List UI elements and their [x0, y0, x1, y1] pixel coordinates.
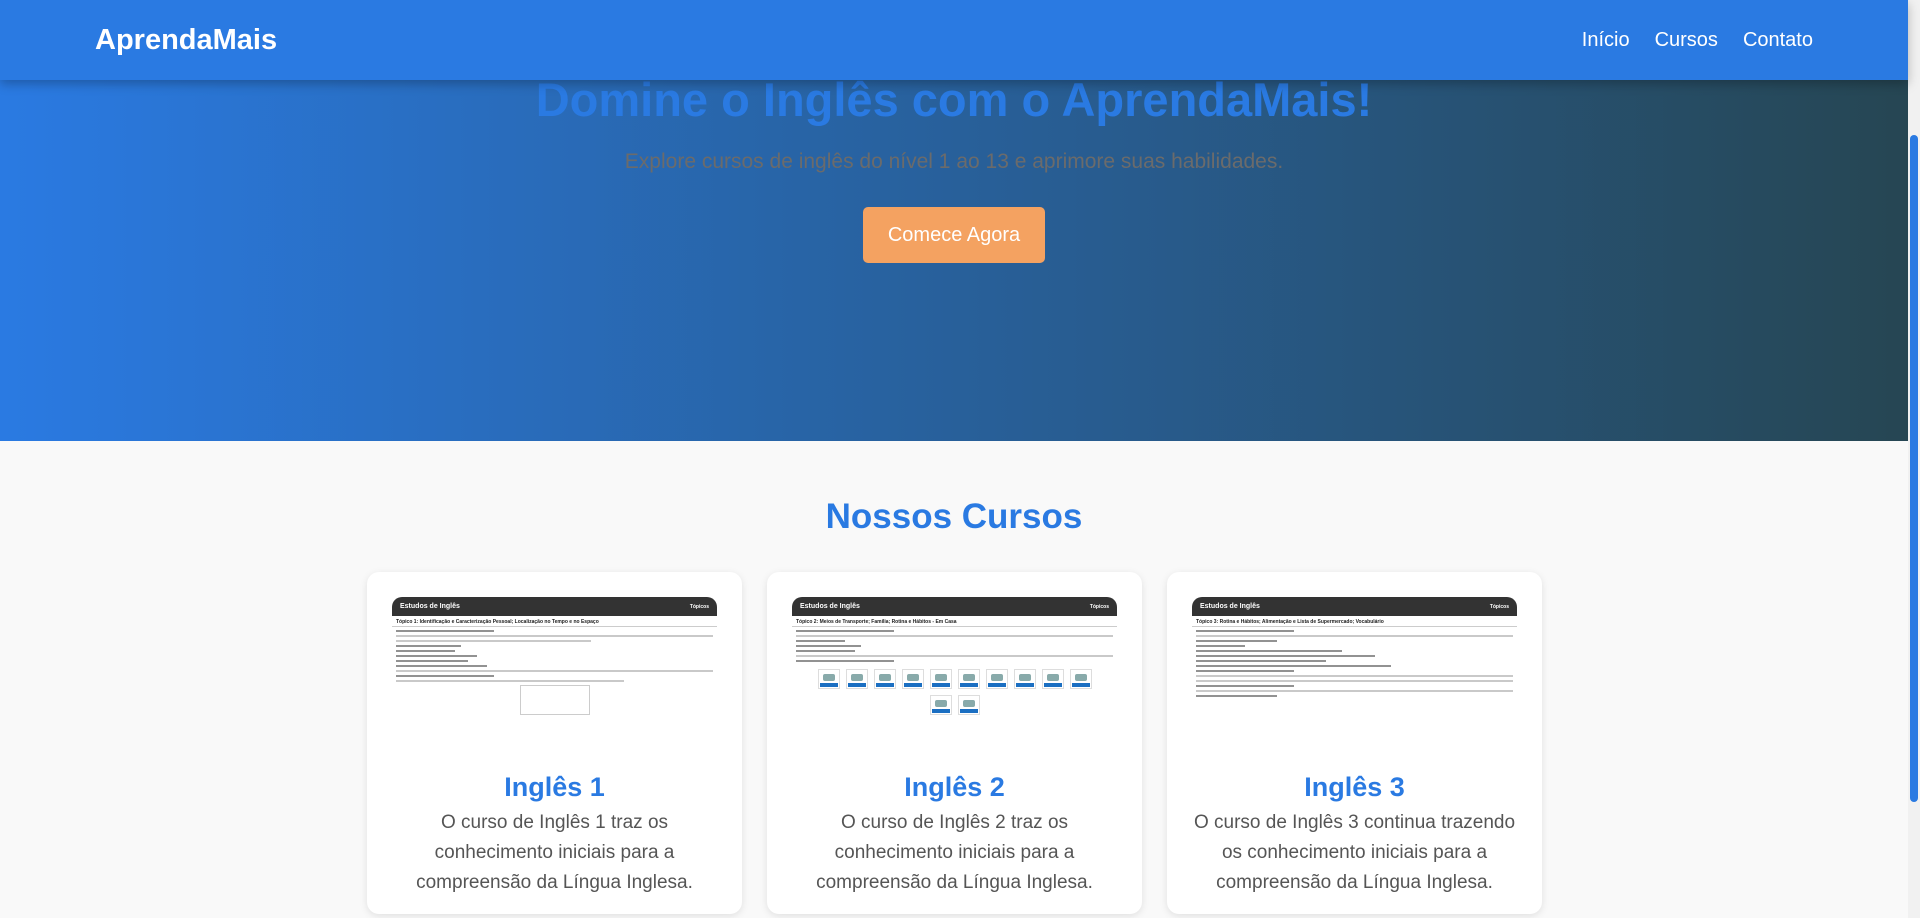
course-description: O curso de Inglês 2 traz os conhecimento… — [816, 812, 1093, 893]
course-preview-image: Estudos de Inglês Tópicos Tópico 1: Ident… — [392, 597, 717, 753]
hero-subtitle: Explore cursos de inglês do nível 1 ao 1… — [624, 150, 1284, 173]
courses-title: Nossos Cursos — [825, 497, 1083, 536]
nav-link-inicio[interactable]: Início — [1582, 29, 1630, 52]
course-title[interactable]: Inglês 3 — [1167, 772, 1542, 803]
course-description: O curso de Inglês 1 traz os conhecimento… — [416, 812, 693, 893]
preview-header: Estudos de Inglês — [1200, 603, 1260, 610]
preview-menu: Tópicos — [1089, 603, 1109, 610]
preview-header: Estudos de Inglês — [400, 603, 460, 610]
preview-header: Estudos de Inglês — [800, 603, 860, 610]
course-title[interactable]: Inglês 1 — [367, 772, 742, 803]
course-description: O curso de Inglês 3 continua trazendo os… — [1193, 812, 1516, 893]
preview-topic: Tópico 2: Meios de Transporte; Família; … — [792, 616, 1117, 627]
nav-link-cursos[interactable]: Cursos — [1655, 29, 1718, 52]
navbar: AprendaMais Início Cursos Contato — [0, 0, 1908, 80]
course-card-ingles-2[interactable]: Estudos de Inglês Tópicos Tópico 2: Meios… — [767, 572, 1142, 914]
course-card-ingles-1[interactable]: Estudos de Inglês Tópicos Tópico 1: Ident… — [367, 572, 742, 914]
preview-topic: Tópico 1: Identificação e Caracterização… — [392, 616, 717, 627]
start-now-button[interactable]: Comece Agora — [863, 207, 1045, 263]
preview-menu: Tópicos — [1489, 603, 1509, 610]
course-title[interactable]: Inglês 2 — [767, 772, 1142, 803]
logo[interactable]: AprendaMais — [95, 24, 277, 57]
course-card-ingles-3[interactable]: Estudos de Inglês Tópicos Tópico 3: Rotin… — [1167, 572, 1542, 914]
preview-topic: Tópico 3: Rotina e Hábitos; Alimentação … — [1192, 616, 1517, 627]
hero-title: Domine o Inglês com o AprendaMais! — [535, 73, 1373, 126]
course-preview-image: Estudos de Inglês Tópicos Tópico 3: Rotin… — [1192, 597, 1517, 753]
course-preview-image: Estudos de Inglês Tópicos Tópico 2: Meios… — [792, 597, 1117, 753]
scrollbar-thumb[interactable] — [1910, 135, 1918, 802]
scrollbar[interactable] — [1908, 0, 1920, 918]
preview-menu: Tópicos — [689, 603, 709, 610]
nav-link-contato[interactable]: Contato — [1743, 29, 1813, 52]
